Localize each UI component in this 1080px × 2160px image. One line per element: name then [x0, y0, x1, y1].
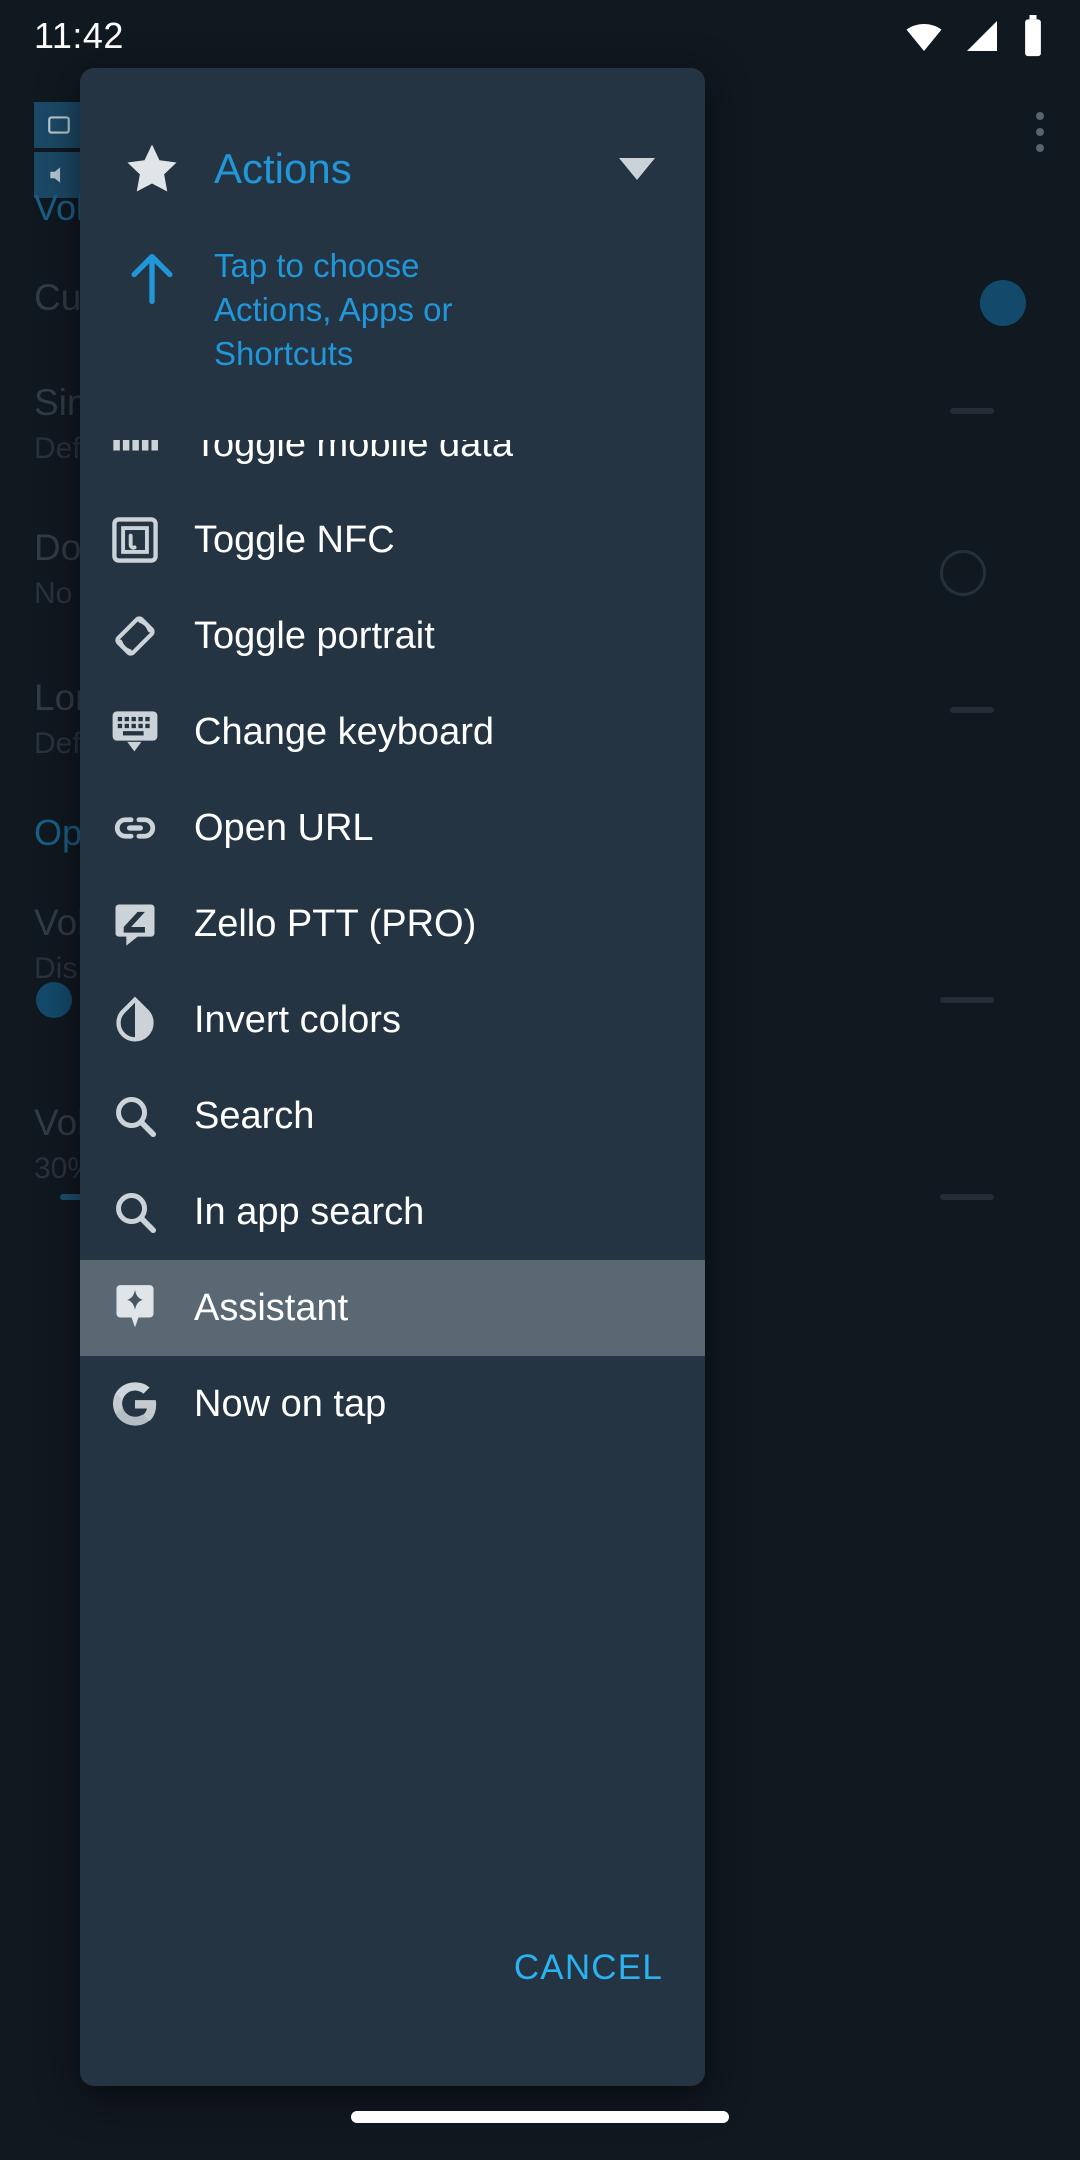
list-item-open-url[interactable]: Open URL: [80, 780, 705, 876]
dialog-title-row[interactable]: Actions: [80, 130, 705, 208]
list-item-toggle-portrait[interactable]: Toggle portrait: [80, 588, 705, 684]
background-divider: [950, 408, 994, 414]
actions-list[interactable]: Toggle mobile data Toggle NFC Toggle por…: [80, 440, 705, 1927]
list-item-label: Invert colors: [194, 998, 401, 1041]
dot: [1036, 144, 1044, 152]
list-item-toggle-nfc[interactable]: Toggle NFC: [80, 492, 705, 588]
caret-down-icon[interactable]: [619, 158, 655, 180]
zello-icon: [98, 898, 172, 950]
search-icon: [98, 1186, 172, 1238]
status-bar-icons: [904, 15, 1046, 57]
background-slider-knob: [36, 982, 72, 1018]
background-divider: [940, 997, 994, 1003]
window-icon: [34, 102, 84, 148]
background-toggle-knob: [980, 280, 1026, 326]
list-item-label: Change keyboard: [194, 710, 494, 753]
list-item-zello-ptt[interactable]: Zello PTT (PRO): [80, 876, 705, 972]
signal-icon: [962, 16, 1002, 56]
dialog-action-bar: CANCEL: [80, 1926, 705, 2086]
link-icon: [98, 802, 172, 854]
list-item-search[interactable]: Search: [80, 1068, 705, 1164]
phone-screen: Volume keys Cus Sin Def Dou No Lon Def O…: [0, 0, 1080, 2160]
list-item-label: Toggle mobile data: [194, 440, 513, 465]
google-g-icon: [98, 1377, 172, 1431]
screen-rotation-icon: [98, 610, 172, 662]
status-bar: 11:42: [0, 0, 1080, 72]
gesture-pill[interactable]: [351, 2111, 729, 2123]
gesture-nav-bar: [0, 2074, 1080, 2160]
star-icon: [116, 138, 188, 200]
dialog-hint-row: Tap to choose Actions, Apps or Shortcuts: [80, 208, 705, 376]
list-item-assistant[interactable]: Assistant: [80, 1260, 705, 1356]
background-divider: [950, 707, 994, 713]
background-circle-icon: [940, 550, 986, 596]
signal-bars-icon: [98, 440, 172, 470]
cancel-button[interactable]: CANCEL: [514, 1948, 663, 1988]
status-bar-clock: 11:42: [34, 15, 124, 56]
list-item-now-on-tap[interactable]: Now on tap: [80, 1356, 705, 1452]
assistant-icon: [98, 1280, 172, 1336]
wifi-icon: [904, 16, 944, 56]
list-item-label: Toggle NFC: [194, 518, 395, 561]
list-item-label: Search: [194, 1094, 315, 1137]
invert-colors-icon: [98, 994, 172, 1046]
dialog-title: Actions: [214, 145, 352, 192]
dot: [1036, 128, 1044, 136]
background-divider: [940, 1194, 994, 1200]
list-item-label: Assistant: [194, 1286, 349, 1329]
arrow-up-icon: [116, 244, 188, 308]
list-item-label: Now on tap: [194, 1382, 387, 1425]
list-item-label: Toggle portrait: [194, 614, 435, 657]
list-item-invert-colors[interactable]: Invert colors: [80, 972, 705, 1068]
list-item-in-app-search[interactable]: In app search: [80, 1164, 705, 1260]
dialog-header: Actions Tap to choose Actions, Apps or S…: [80, 68, 705, 376]
list-item-toggle-mobile-data[interactable]: Toggle mobile data: [80, 440, 705, 492]
actions-chooser-dialog: Actions Tap to choose Actions, Apps or S…: [80, 68, 705, 2086]
list-item-label: In app search: [194, 1190, 425, 1233]
list-item-change-keyboard[interactable]: Change keyboard: [80, 684, 705, 780]
keyboard-icon: [98, 704, 172, 760]
actions-list-inner: Toggle mobile data Toggle NFC Toggle por…: [80, 440, 705, 1452]
search-icon: [98, 1090, 172, 1142]
list-item-label: Open URL: [194, 806, 374, 849]
battery-icon: [1020, 15, 1046, 57]
dot: [1036, 112, 1044, 120]
list-item-label: Zello PTT (PRO): [194, 902, 477, 945]
dialog-hint-text: Tap to choose Actions, Apps or Shortcuts: [214, 247, 453, 372]
nfc-icon: [98, 514, 172, 566]
more-vertical-icon: [1036, 112, 1044, 152]
